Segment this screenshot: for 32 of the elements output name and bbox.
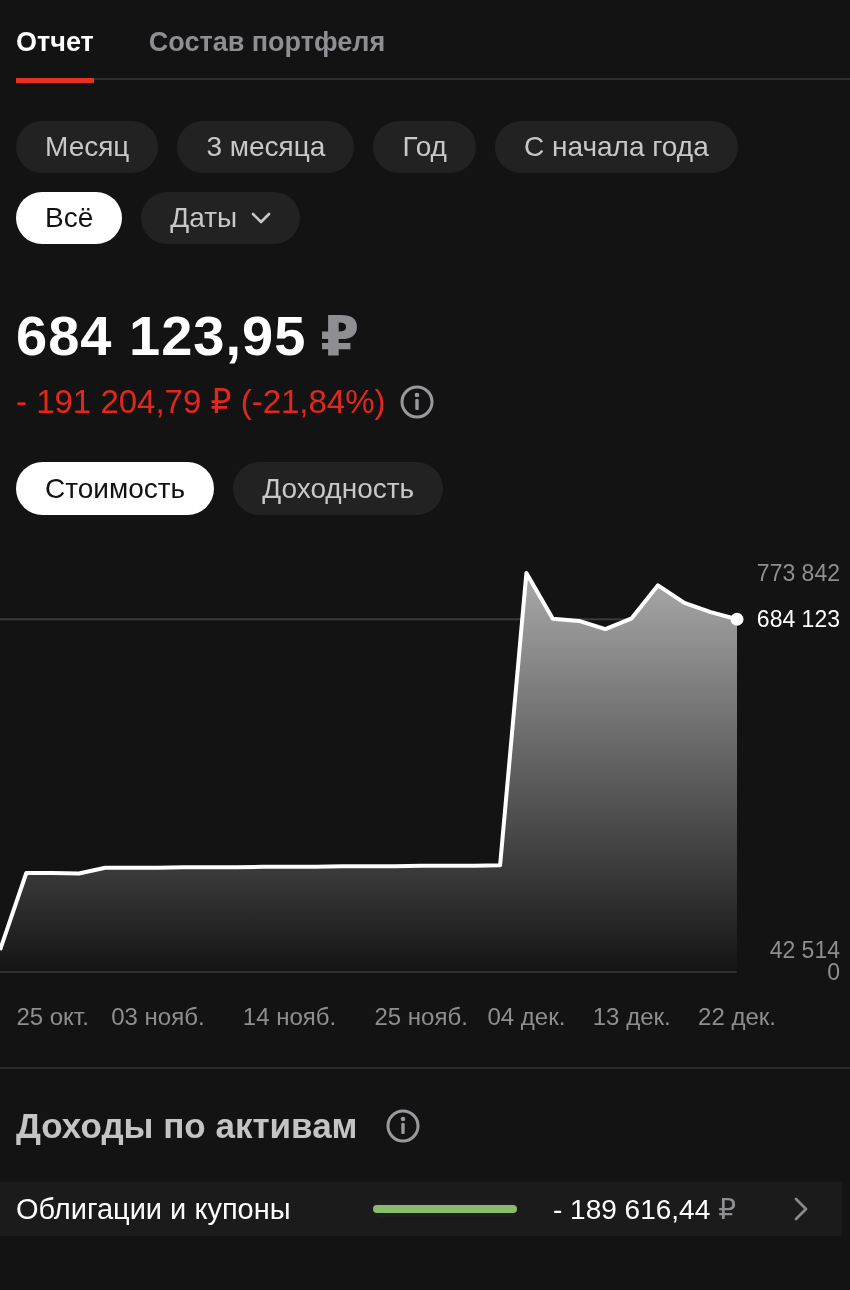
section-title: Доходы по активам: [16, 1106, 358, 1146]
asset-name: Облигации и купоны: [16, 1192, 292, 1226]
currency-sign: ₽: [320, 308, 360, 364]
asset-row[interactable]: Облигации и купоны - 189 616,44 ₽: [0, 1182, 842, 1236]
current-value-label: 684 123: [756, 606, 840, 633]
tab[interactable]: Состав портфеля: [148, 0, 386, 83]
period-chip[interactable]: Всё: [16, 192, 123, 244]
view-toggle[interactable]: Доходность: [233, 462, 444, 515]
tab[interactable]: Отчет: [16, 0, 94, 83]
x-axis-label: 03 нояб.: [111, 1002, 205, 1030]
x-axis-label: 14 нояб.: [242, 1002, 337, 1030]
dates-dropdown[interactable]: Даты: [141, 192, 301, 244]
value-change: - 191 204,79 ₽ (-21,84%): [16, 384, 386, 420]
period-chip[interactable]: Год: [373, 121, 476, 173]
period-chip[interactable]: 3 месяца: [177, 121, 355, 173]
period-chip[interactable]: Месяц: [16, 121, 159, 173]
portfolio-value: 684 123,95: [16, 308, 307, 364]
y-axis-label: 773 842: [756, 560, 840, 586]
x-axis-label: 04 дек.: [487, 1002, 566, 1030]
view-toggle[interactable]: Стоимость: [16, 462, 215, 515]
period-chip[interactable]: С начала года: [494, 121, 738, 173]
end-point-icon: [730, 612, 744, 626]
x-axis-label: 25 нояб.: [374, 1002, 468, 1030]
x-axis-label: 25 окт.: [16, 1002, 89, 1030]
x-axis-label: 13 дек.: [592, 1002, 671, 1030]
info-icon[interactable]: [399, 385, 434, 419]
info-icon[interactable]: [385, 1109, 420, 1143]
amount-value: - 189 616,44: [553, 1193, 711, 1226]
x-axis-label: 22 дек.: [698, 1002, 776, 1030]
chevron-down-icon: [251, 212, 272, 224]
chevron-right-icon: [794, 1197, 808, 1221]
currency-sign: ₽: [718, 1192, 737, 1226]
